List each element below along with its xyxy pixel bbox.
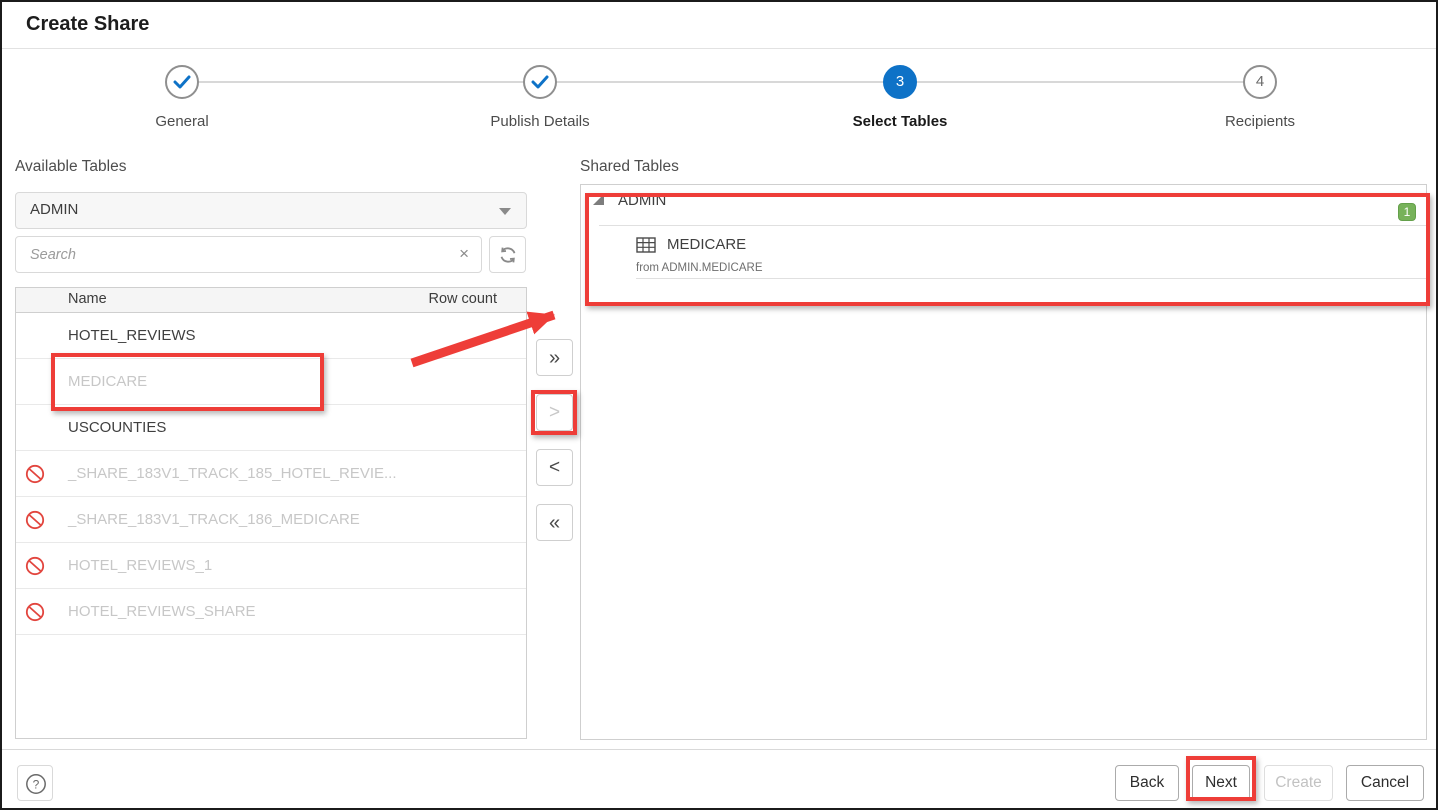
- step-upcoming-circle: 4: [1243, 65, 1277, 99]
- table-row-label: HOTEL_REVIEWS: [68, 327, 196, 344]
- step-label: Publish Details: [440, 113, 640, 130]
- column-header-name[interactable]: Name: [68, 291, 107, 307]
- column-header-row-count[interactable]: Row count: [428, 291, 497, 307]
- prohibited-icon: [25, 602, 45, 626]
- table-row-label: HOTEL_REVIEWS_1: [68, 557, 212, 574]
- tree-expander-icon[interactable]: [593, 194, 604, 205]
- svg-text:?: ?: [33, 778, 40, 792]
- step-recipients[interactable]: 4 Recipients: [1160, 65, 1360, 130]
- shared-tables-panel: ADMIN 1 MEDICARE from ADMIN.MEDICARE: [580, 184, 1427, 740]
- tree-divider: [599, 225, 1427, 226]
- check-icon: [173, 75, 191, 89]
- move-left-button[interactable]: <: [536, 449, 573, 486]
- table-row-label: USCOUNTIES: [68, 419, 166, 436]
- help-button[interactable]: ?: [17, 765, 53, 801]
- table-row-hotel-reviews[interactable]: HOTEL_REVIEWS: [16, 313, 526, 359]
- step-done-circle: [165, 65, 199, 99]
- footer-divider: [2, 749, 1436, 750]
- move-all-right-button[interactable]: »: [536, 339, 573, 376]
- shared-tables-heading: Shared Tables: [580, 158, 679, 176]
- step-label: Select Tables: [800, 113, 1000, 130]
- table-row-label: HOTEL_REVIEWS_SHARE: [68, 603, 256, 620]
- table-row-hotel-reviews-share[interactable]: HOTEL_REVIEWS_SHARE: [16, 589, 526, 635]
- table-row-label: MEDICARE: [68, 373, 147, 390]
- clear-search-icon[interactable]: ×: [459, 244, 469, 264]
- chevron-down-icon: [499, 208, 511, 215]
- table-row-label: _SHARE_183V1_TRACK_185_HOTEL_REVIE...: [68, 465, 397, 482]
- stepper-track: [182, 81, 1260, 83]
- refresh-icon: [498, 245, 518, 265]
- table-row-medicare[interactable]: MEDICARE: [16, 359, 526, 405]
- move-all-left-button[interactable]: «: [536, 504, 573, 541]
- create-share-dialog: Create Share General Publish Details 3 S…: [0, 0, 1438, 810]
- available-tables-heading: Available Tables: [15, 158, 126, 176]
- available-tables-table: Name Row count HOTEL_REVIEWS MEDICARE US…: [15, 287, 527, 739]
- create-button[interactable]: Create: [1264, 765, 1333, 801]
- tree-group-admin[interactable]: ADMIN: [618, 192, 666, 209]
- table-grid-icon: [636, 237, 656, 258]
- help-icon: ?: [25, 773, 47, 795]
- step-done-circle: [523, 65, 557, 99]
- move-right-button[interactable]: >: [536, 394, 573, 431]
- prohibited-icon: [25, 464, 45, 488]
- step-label: General: [82, 113, 282, 130]
- schema-dropdown[interactable]: ADMIN: [15, 192, 527, 229]
- count-badge: 1: [1398, 203, 1416, 221]
- step-publish-details[interactable]: Publish Details: [440, 65, 640, 130]
- shared-table-medicare[interactable]: MEDICARE: [667, 236, 746, 253]
- step-label: Recipients: [1160, 113, 1360, 130]
- table-row-hotel-reviews-1[interactable]: HOTEL_REVIEWS_1: [16, 543, 526, 589]
- table-row-uscounties[interactable]: USCOUNTIES: [16, 405, 526, 451]
- dialog-title: Create Share: [26, 13, 149, 36]
- step-current-circle: 3: [883, 65, 917, 99]
- prohibited-icon: [25, 510, 45, 534]
- table-row-share-track-186[interactable]: _SHARE_183V1_TRACK_186_MEDICARE: [16, 497, 526, 543]
- next-button[interactable]: Next: [1192, 765, 1250, 801]
- prohibited-icon: [25, 556, 45, 580]
- step-general[interactable]: General: [82, 65, 282, 130]
- tree-divider: [636, 278, 1427, 279]
- dialog-titlebar: Create Share: [2, 2, 1436, 49]
- step-select-tables[interactable]: 3 Select Tables: [800, 65, 1000, 130]
- shared-table-source: from ADMIN.MEDICARE: [636, 262, 763, 274]
- back-button[interactable]: Back: [1115, 765, 1179, 801]
- table-row-share-track-185[interactable]: _SHARE_183V1_TRACK_185_HOTEL_REVIE...: [16, 451, 526, 497]
- search-box: ×: [15, 236, 482, 273]
- table-header: Name Row count: [16, 288, 526, 313]
- schema-dropdown-value: ADMIN: [30, 201, 78, 218]
- check-icon: [531, 75, 549, 89]
- refresh-button[interactable]: [489, 236, 526, 273]
- search-input[interactable]: [18, 239, 448, 270]
- table-row-label: _SHARE_183V1_TRACK_186_MEDICARE: [68, 511, 360, 528]
- cancel-button[interactable]: Cancel: [1346, 765, 1424, 801]
